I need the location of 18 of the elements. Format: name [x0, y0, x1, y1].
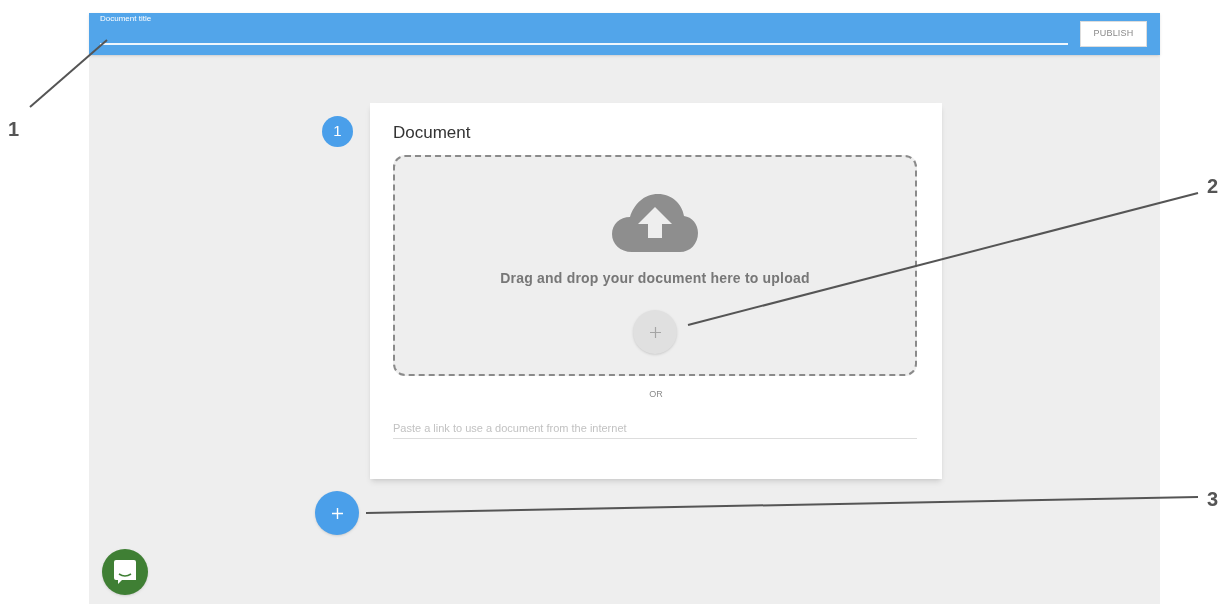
title-field[interactable]: Document title [100, 13, 1068, 45]
callout-number: 1 [8, 117, 20, 142]
separator-text: OR [649, 388, 663, 401]
plus-icon [331, 507, 343, 519]
chat-button[interactable] [102, 549, 148, 595]
drop-zone-text: Drag and drop your document here to upload [500, 269, 810, 288]
plus-icon [649, 326, 661, 338]
callout-number: 2 [1207, 174, 1219, 199]
callout-number: 3 [1207, 487, 1219, 512]
drop-zone[interactable]: Drag and drop your document here to upload [393, 155, 917, 376]
add-step-button[interactable] [315, 491, 359, 535]
step-number: 1 [322, 116, 353, 147]
link-input-field[interactable]: Paste a link to use a document from the internet [393, 418, 917, 439]
publish-button[interactable]: PUBLISH [1080, 21, 1147, 47]
chat-bubble-icon [114, 560, 136, 584]
field-label: Document title [100, 13, 153, 23]
cloud-upload-icon [612, 194, 698, 252]
card-title: Document [393, 123, 472, 143]
